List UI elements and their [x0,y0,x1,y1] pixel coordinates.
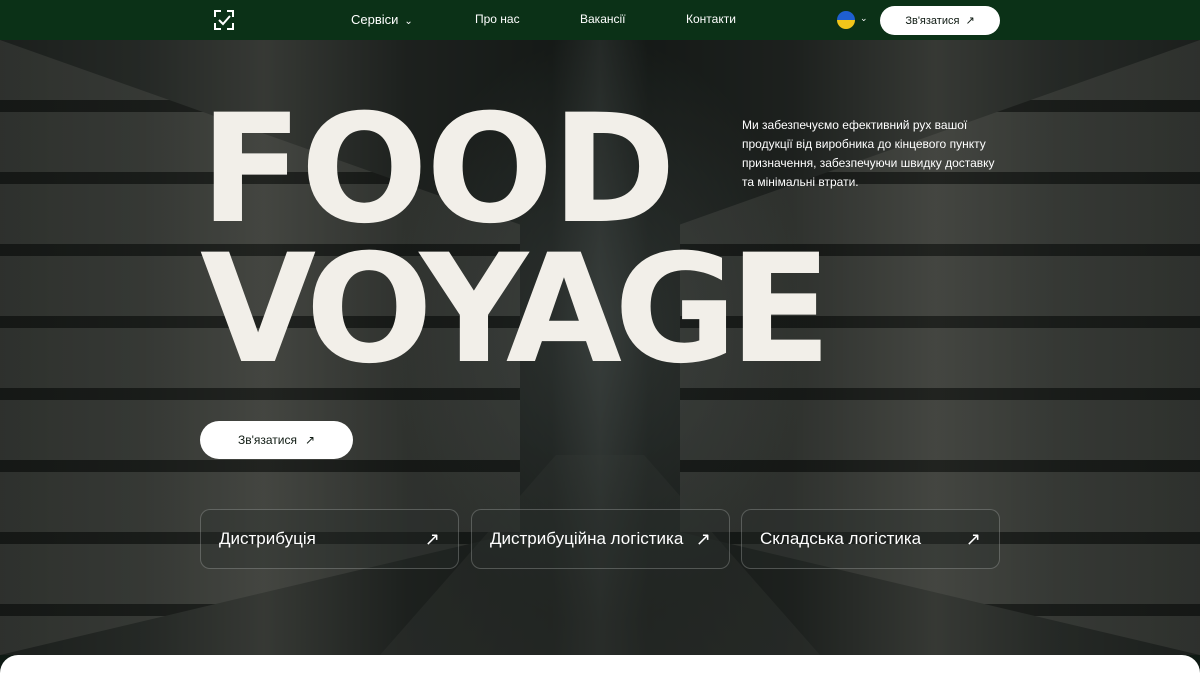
arrow-up-right-icon: ↗ [424,528,440,549]
nav-about[interactable]: Про нас [475,12,520,26]
language-chevron-icon[interactable]: ⌄ [860,13,868,24]
service-card-label: Дистрибуційна логістика [490,529,684,548]
hero-title-line2: VOYAGE [200,223,832,397]
hero-title: FOOD VOYAGE [200,83,832,397]
service-card-distribution-logistics[interactable]: Дистрибуційна логістика ↗ [471,509,730,569]
ukraine-flag-icon[interactable] [837,11,855,29]
arrow-up-right-icon: ↗ [304,433,316,447]
top-navbar: Сервіси ⌄ Про нас Вакансії Контакти ⌄ Зв'… [0,0,1200,40]
arrow-up-right-icon: ↗ [695,528,711,549]
service-card-label: Складська логістика [760,529,922,548]
hero-contact-button[interactable]: Зв'язатися ↗ [200,421,353,459]
logo-icon[interactable] [212,8,236,32]
nav-contacts[interactable]: Контакти [686,12,736,26]
nav-vacancies[interactable]: Вакансії [580,12,626,26]
hero-contact-button-label: Зв'язатися [237,433,297,447]
next-section-edge [0,655,1200,675]
nav-services-label: Сервіси [351,12,399,27]
service-card-distribution[interactable]: Дистрибуція ↗ [200,509,459,569]
service-card-label: Дистрибуція [219,529,316,548]
chevron-down-icon: ⌄ [404,16,413,27]
nav-contact-button[interactable]: Зв'язатися ↗ [880,6,1000,35]
nav-contact-button-label: Зв'язатися [905,14,960,27]
nav-services[interactable]: Сервіси ⌄ [351,12,413,27]
service-card-warehouse-logistics[interactable]: Складська логістика ↗ [741,509,1000,569]
hero-title-line1: FOOD [200,83,676,257]
arrow-up-right-icon: ↗ [965,528,981,549]
hero-tagline: Ми забезпечуємо ефективний рух вашої про… [742,118,995,189]
arrow-up-right-icon: ↗ [965,15,975,27]
